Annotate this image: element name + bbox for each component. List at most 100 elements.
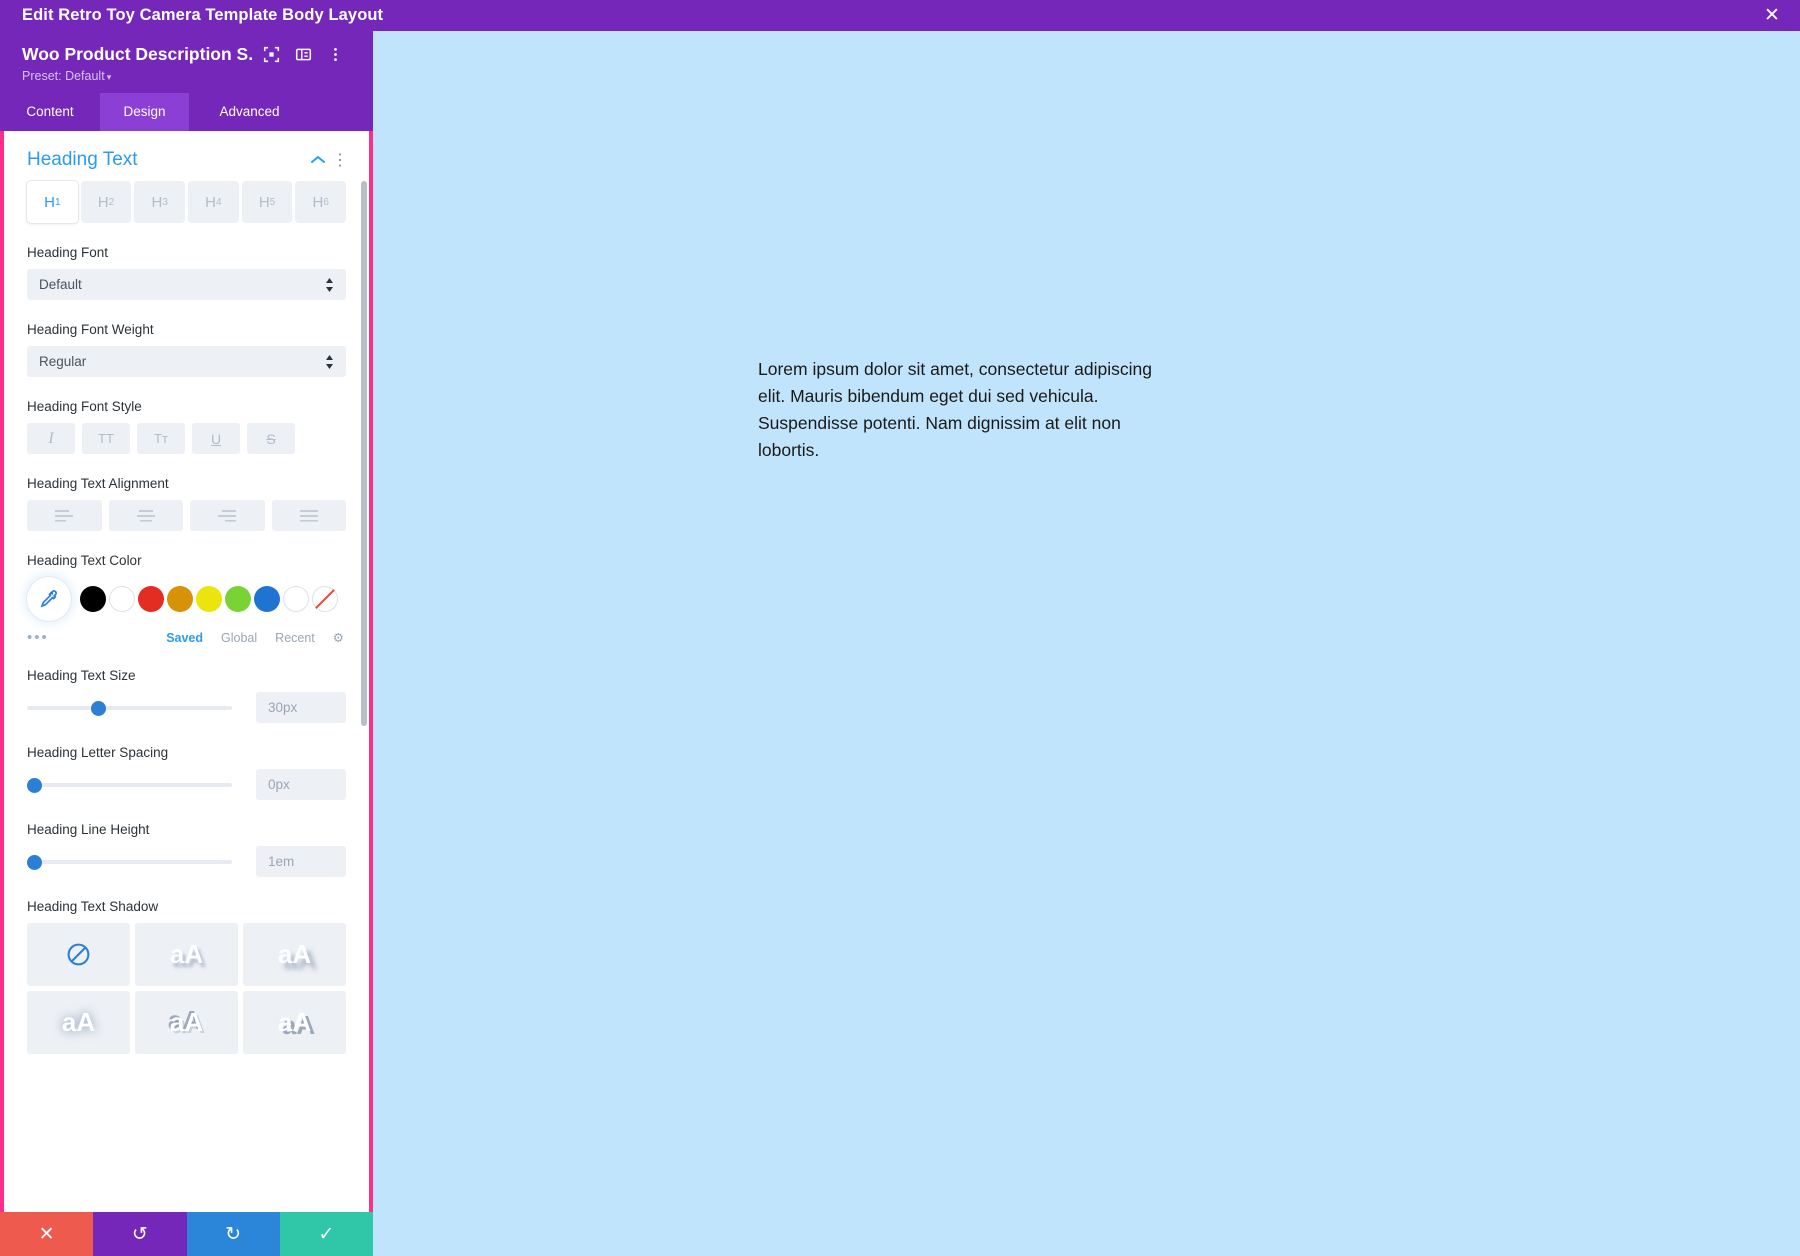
tab-content[interactable]: Content [0, 93, 100, 131]
swatch-red[interactable] [138, 586, 164, 612]
heading-text-size-slider[interactable] [27, 699, 232, 717]
redo-button[interactable]: ↻ [187, 1212, 280, 1256]
chevron-down-icon: ▾ [107, 72, 112, 82]
more-vertical-icon[interactable] [324, 43, 346, 65]
h4-sub: 4 [216, 197, 222, 208]
preset-selector[interactable]: Preset: Default▾ [22, 69, 355, 83]
align-right-icon[interactable] [190, 500, 265, 531]
swatch-black[interactable] [80, 586, 106, 612]
shadow-none-option[interactable] [27, 923, 130, 986]
heading-level-h6[interactable]: H6 [295, 181, 346, 223]
shadow-offset-bottom-right-option[interactable]: aA [243, 923, 346, 986]
shadow-glyph: aA [170, 1007, 203, 1038]
heading-font-label: Heading Font [27, 245, 346, 260]
heading-font-select[interactable]: Default [27, 269, 346, 300]
h6-label: H [312, 194, 323, 211]
slider-thumb[interactable] [91, 701, 106, 716]
uppercase-icon[interactable]: TT [82, 423, 130, 454]
cancel-button[interactable]: ✕ [0, 1212, 93, 1256]
gear-icon[interactable]: ⚙ [333, 630, 344, 645]
shadow-inset-top-left-option[interactable]: aA [135, 991, 238, 1054]
heading-line-height-input[interactable]: 1em [256, 846, 346, 877]
slider-thumb[interactable] [27, 855, 42, 870]
section-more-icon[interactable]: ⋮ [329, 150, 351, 170]
small-caps-glyph: Tᴛ [154, 431, 168, 446]
eyedropper-icon[interactable] [27, 577, 71, 621]
swatch-white[interactable] [109, 586, 135, 612]
heading-level-h2[interactable]: H2 [81, 181, 132, 223]
h3-label: H [151, 194, 162, 211]
color-tab-saved[interactable]: Saved [166, 631, 203, 645]
heading-level-h5[interactable]: H5 [242, 181, 293, 223]
swatch-blue[interactable] [254, 586, 280, 612]
text-shadow-preset-grid: aA aA aA aA aA [27, 923, 346, 1054]
align-justify-icon[interactable] [272, 500, 347, 531]
underline-glyph: U [211, 431, 221, 447]
h4-label: H [205, 194, 216, 211]
heading-text-size-row: 30px [27, 692, 346, 723]
slider-track [27, 783, 232, 787]
h5-label: H [259, 194, 270, 211]
strikethrough-icon[interactable]: S [247, 423, 295, 454]
color-tab-recent[interactable]: Recent [275, 631, 315, 645]
field-heading-text-alignment: Heading Text Alignment [4, 454, 369, 531]
swatch-orange[interactable] [167, 586, 193, 612]
swatch-yellow[interactable] [196, 586, 222, 612]
settings-modal: Woo Product Description S... [0, 31, 373, 1256]
h2-label: H [98, 194, 109, 211]
window-title-bar: Edit Retro Toy Camera Template Body Layo… [0, 0, 1800, 31]
section-title: Heading Text [27, 149, 307, 171]
swatch-transparent[interactable] [312, 586, 338, 612]
align-center-icon[interactable] [109, 500, 184, 531]
heading-text-size-input[interactable]: 30px [256, 692, 346, 723]
save-button[interactable]: ✓ [280, 1212, 373, 1256]
h2-sub: 2 [109, 197, 115, 208]
window-title: Edit Retro Toy Camera Template Body Layo… [0, 6, 383, 25]
color-more-icon[interactable]: ••• [27, 629, 49, 646]
tab-design[interactable]: Design [100, 93, 189, 131]
heading-font-weight-select[interactable]: Regular [27, 346, 346, 377]
panel-scrollbar-thumb[interactable] [361, 181, 367, 726]
heading-letter-spacing-row: 0px [27, 769, 346, 800]
heading-level-h4[interactable]: H4 [188, 181, 239, 223]
slider-track [27, 706, 232, 710]
font-style-button-row: I TT Tᴛ U S [27, 423, 346, 454]
heading-level-h3[interactable]: H3 [134, 181, 185, 223]
color-swatch-row [27, 577, 346, 621]
heading-text-size-label: Heading Text Size [27, 668, 346, 683]
underline-icon[interactable]: U [192, 423, 240, 454]
chevron-up-icon[interactable] [307, 152, 329, 169]
heading-text-shadow-label: Heading Text Shadow [27, 899, 346, 914]
heading-letter-spacing-input[interactable]: 0px [256, 769, 346, 800]
tab-advanced[interactable]: Advanced [189, 93, 310, 131]
heading-font-weight-value: Regular [39, 354, 86, 369]
field-heading-font-weight: Heading Font Weight Regular [4, 300, 369, 377]
preview-paragraph: Lorem ipsum dolor sit amet, consectetur … [758, 356, 1158, 465]
swatch-white-2[interactable] [283, 586, 309, 612]
heading-letter-spacing-slider[interactable] [27, 776, 232, 794]
swatch-green[interactable] [225, 586, 251, 612]
module-title: Woo Product Description S... [22, 44, 254, 65]
heading-line-height-slider[interactable] [27, 853, 232, 871]
heading-font-weight-label: Heading Font Weight [27, 322, 346, 337]
shadow-glyph: aA [278, 939, 311, 970]
focus-target-icon[interactable] [260, 43, 282, 65]
undo-button[interactable]: ↺ [93, 1212, 186, 1256]
color-tab-global[interactable]: Global [221, 631, 257, 645]
small-caps-icon[interactable]: Tᴛ [137, 423, 185, 454]
close-icon[interactable]: ✕ [1744, 0, 1800, 31]
heading-level-group: H1 H2 H3 H4 H5 H6 [4, 181, 369, 223]
italic-glyph: I [48, 430, 53, 448]
shadow-hard-offset-option[interactable]: aA [243, 991, 346, 1054]
section-header-heading-text: Heading Text ⋮ [4, 131, 369, 181]
field-heading-text-shadow: Heading Text Shadow aA aA aA aA aA [4, 877, 369, 1054]
select-arrows-icon [325, 355, 334, 369]
shadow-glyph: aA [278, 1007, 311, 1038]
slider-thumb[interactable] [27, 778, 42, 793]
heading-level-h1[interactable]: H1 [27, 181, 78, 223]
panel-layout-icon[interactable] [292, 43, 314, 65]
shadow-glow-option[interactable]: aA [27, 991, 130, 1054]
italic-icon[interactable]: I [27, 423, 75, 454]
shadow-soft-bottom-option[interactable]: aA [135, 923, 238, 986]
align-left-icon[interactable] [27, 500, 102, 531]
